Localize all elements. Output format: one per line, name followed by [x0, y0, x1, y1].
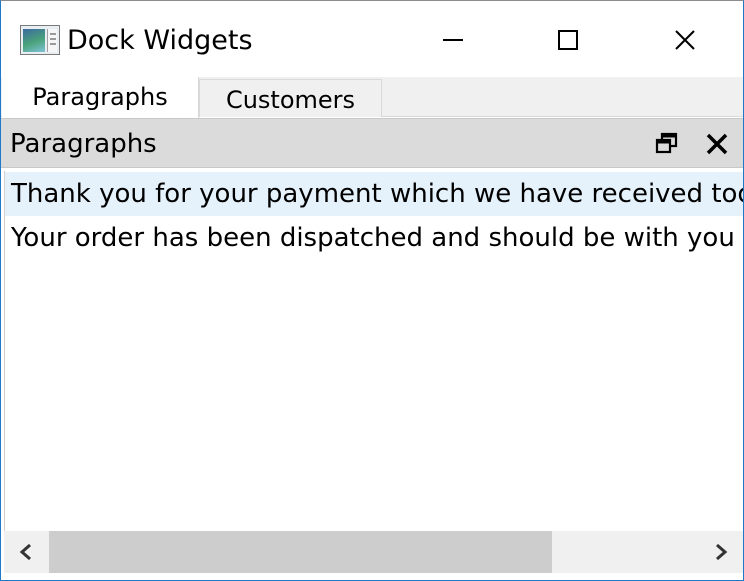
tab-customers[interactable]: Customers	[199, 79, 382, 117]
dock-title: Paragraphs	[10, 129, 157, 159]
close-icon	[675, 30, 695, 50]
tab-paragraphs[interactable]: Paragraphs	[2, 77, 199, 118]
list-item[interactable]: Your order has been dispatched and shoul…	[5, 216, 743, 260]
close-button[interactable]	[661, 17, 709, 63]
minimize-icon	[443, 39, 463, 41]
chevron-right-icon	[716, 543, 728, 561]
chevron-left-icon	[19, 543, 31, 561]
paragraph-list[interactable]: Thank you for your payment which we have…	[4, 171, 743, 531]
window-title: Dock Widgets	[67, 25, 253, 56]
dock-header[interactable]: Paragraphs	[1, 118, 743, 168]
float-icon	[655, 132, 678, 154]
horizontal-scrollbar[interactable]	[4, 531, 743, 573]
list-item[interactable]: Thank you for your payment which we have…	[5, 172, 743, 216]
dock-close-icon	[706, 133, 728, 155]
window-bottom-edge	[1, 573, 743, 580]
dock-float-button[interactable]	[655, 131, 679, 155]
scroll-right-button[interactable]	[699, 531, 743, 573]
maximize-icon	[558, 30, 578, 50]
tab-bar: Paragraphs Customers	[1, 77, 743, 118]
dock-close-button[interactable]	[704, 131, 730, 157]
main-window: Dock Widgets Paragraphs Customers Paragr…	[0, 0, 744, 581]
scroll-left-button[interactable]	[4, 531, 48, 573]
app-window-icon	[20, 25, 60, 55]
minimize-button[interactable]	[429, 17, 477, 63]
scrollbar-thumb[interactable]	[49, 531, 552, 573]
maximize-button[interactable]	[544, 17, 592, 63]
title-bar[interactable]: Dock Widgets	[1, 1, 743, 77]
